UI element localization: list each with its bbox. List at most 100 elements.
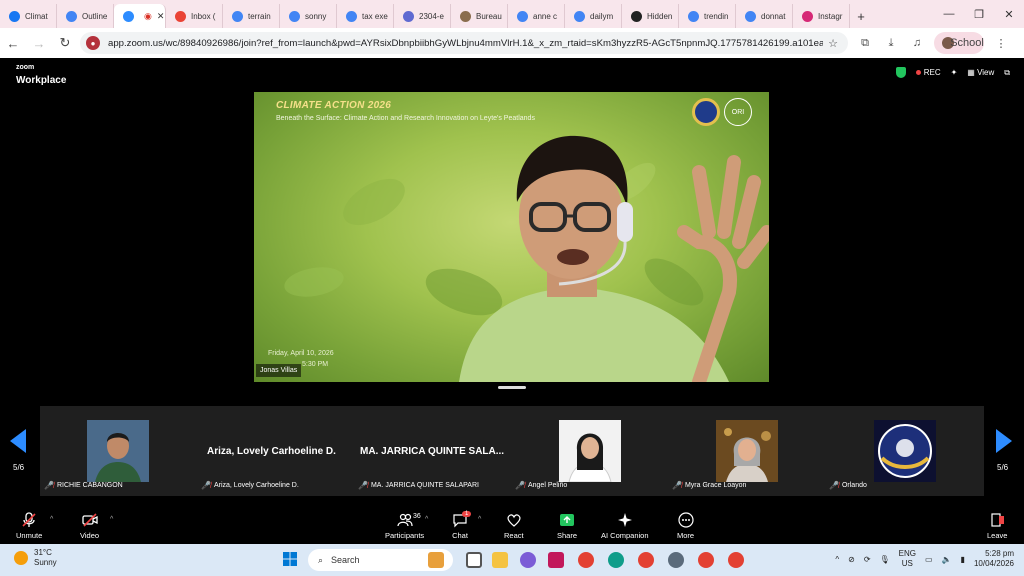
- sync-icon[interactable]: ⟳: [864, 555, 871, 564]
- muted-mic-icon: 🎤̸: [672, 481, 682, 490]
- fullscreen-icon[interactable]: ⧉: [1004, 68, 1010, 78]
- profile-button[interactable]: School: [934, 32, 984, 54]
- extensions-icon[interactable]: ⧉: [856, 32, 874, 54]
- chat-caret-icon[interactable]: ^: [478, 516, 481, 523]
- view-button[interactable]: ▦ View: [967, 68, 994, 77]
- pinned-app-icon[interactable]: [548, 552, 564, 568]
- bookmark-star-icon[interactable]: ☆: [828, 37, 838, 50]
- participant-tile[interactable]: 🎤̸ RICHIE CABANGON: [40, 406, 197, 496]
- browser-menu-icon[interactable]: ⋮: [992, 32, 1010, 54]
- edge-icon[interactable]: [608, 552, 624, 568]
- browser-tab[interactable]: dailym: [565, 4, 622, 28]
- tab-favicon-icon: [232, 10, 243, 22]
- copilot-icon[interactable]: [520, 552, 536, 568]
- reload-icon[interactable]: ↻: [52, 29, 78, 57]
- next-page-arrow-icon[interactable]: [996, 429, 1012, 453]
- participants-icon: [396, 513, 413, 527]
- browser-tab[interactable]: terrain: [223, 4, 280, 28]
- sparkle-icon[interactable]: ✦: [951, 68, 958, 77]
- windows-start-icon[interactable]: [283, 552, 297, 566]
- participants-caret-icon[interactable]: ^: [425, 516, 428, 523]
- page-indicator-right: 5/6: [997, 463, 1009, 472]
- browser-tab[interactable]: Bureau: [451, 4, 508, 28]
- chrome-icon[interactable]: [578, 552, 594, 568]
- sun-icon: [14, 550, 28, 565]
- browser-tab[interactable]: Climat: [0, 4, 57, 28]
- active-speaker-video[interactable]: CLIMATE ACTION 2026 Beneath the Surface:…: [254, 92, 769, 382]
- participant-tile[interactable]: 🎤̸ Myra Grace Loayon: [668, 406, 825, 496]
- display-icon[interactable]: ▭: [925, 555, 933, 564]
- participant-tile[interactable]: 🎤̸ Angel Peliño: [511, 406, 668, 496]
- tab-label: Hidden: [647, 11, 673, 21]
- browser-tab[interactable]: sonny: [280, 4, 337, 28]
- url-field[interactable]: ● app.zoom.us/wc/89840926986/join?ref_fr…: [80, 32, 848, 54]
- minimize-icon[interactable]: —: [934, 0, 964, 28]
- tab-favicon-icon: [745, 10, 756, 22]
- site-info-icon[interactable]: ●: [86, 36, 100, 50]
- chat-unread-badge: 1: [462, 511, 472, 517]
- language-indicator[interactable]: ENG US: [899, 549, 916, 570]
- unmute-button[interactable]: Unmute: [16, 512, 42, 540]
- leave-button[interactable]: Leave: [987, 512, 1007, 540]
- tab-label: anne c: [533, 11, 558, 21]
- ai-companion-button[interactable]: AI Companion: [601, 512, 649, 540]
- show-hidden-icons-icon[interactable]: ^: [835, 555, 839, 564]
- tab-favicon-icon: [574, 10, 585, 22]
- participant-tile[interactable]: 🎤̸ Orlando: [825, 406, 982, 496]
- react-button[interactable]: React: [504, 512, 524, 540]
- participant-tile[interactable]: MA. JARRICA QUINTE SALA... 🎤̸ MA. JARRICA…: [354, 406, 511, 496]
- weather-condition: Sunny: [34, 557, 57, 567]
- tab-label: Outline: [82, 11, 108, 21]
- download-icon[interactable]: ⤓: [882, 32, 900, 54]
- chrome-window-icon[interactable]: [728, 552, 744, 568]
- chrome-profile-icon[interactable]: [638, 552, 654, 568]
- browser-tab[interactable]: Hidden: [622, 4, 679, 28]
- weather-widget[interactable]: 31°C Sunny: [14, 548, 57, 567]
- mic-icon[interactable]: 🎙: [880, 555, 890, 564]
- audio-options-caret-icon[interactable]: ^: [50, 516, 53, 523]
- prev-page-arrow-icon[interactable]: [10, 429, 26, 453]
- slide-date: Friday, April 10, 2026: [268, 350, 334, 357]
- participants-label: Participants: [385, 531, 425, 540]
- browser-tab-bar: Climat Outline ◉ ✕ Inbox (terrain sonny tax ex…: [0, 0, 1024, 28]
- video-options-caret-icon[interactable]: ^: [110, 516, 113, 523]
- close-window-icon[interactable]: ✕: [994, 0, 1024, 28]
- forward-icon[interactable]: →: [26, 29, 52, 57]
- back-icon[interactable]: ←: [0, 29, 26, 57]
- video-button[interactable]: Video: [80, 512, 99, 540]
- file-explorer-icon[interactable]: [492, 552, 508, 568]
- address-bar: ← → ↻ ● app.zoom.us/wc/89840926986/join?…: [0, 28, 1024, 58]
- resize-handle[interactable]: [498, 386, 526, 389]
- browser-tab[interactable]: Inbox (: [166, 4, 223, 28]
- share-button[interactable]: Share: [557, 512, 577, 540]
- muted-mic-icon: 🎤̸: [44, 481, 54, 490]
- recording-indicator[interactable]: REC: [915, 68, 941, 77]
- browser-tab[interactable]: ◉ ✕: [114, 4, 166, 28]
- slide-time: 5:30 PM: [302, 361, 329, 368]
- browser-tab[interactable]: tax exe: [337, 4, 394, 28]
- chrome-window-icon[interactable]: [698, 552, 714, 568]
- battery-icon[interactable]: ▮: [961, 555, 965, 564]
- clock[interactable]: 5:28 pm 10/04/2026: [974, 549, 1014, 570]
- settings-gear-icon[interactable]: [668, 552, 684, 568]
- network-icon[interactable]: ⊘: [848, 555, 855, 564]
- task-view-icon[interactable]: [466, 552, 482, 568]
- browser-tab[interactable]: Outline: [57, 4, 114, 28]
- browser-tab[interactable]: anne c: [508, 4, 565, 28]
- more-button[interactable]: More: [677, 512, 694, 540]
- encryption-shield-icon[interactable]: [895, 67, 906, 78]
- browser-tab[interactable]: trendin: [679, 4, 736, 28]
- browser-tab[interactable]: donnat: [736, 4, 793, 28]
- browser-tab[interactable]: Instagr: [793, 4, 850, 28]
- participant-tile[interactable]: Ariza, Lovely Carhoeline D. 🎤̸ Ariza, Lov…: [197, 406, 354, 496]
- volume-icon[interactable]: 🔈: [942, 555, 952, 564]
- close-tab-icon[interactable]: ✕: [157, 11, 165, 22]
- tab-label: donnat: [761, 11, 786, 21]
- new-tab-button[interactable]: +: [850, 4, 872, 28]
- restore-icon[interactable]: ❐: [964, 0, 994, 28]
- zoom-logo-bottom: Workplace: [16, 75, 67, 86]
- video-label: Video: [80, 531, 100, 540]
- browser-tab[interactable]: 2304-e: [394, 4, 451, 28]
- tab-favicon-icon: [631, 10, 642, 22]
- media-icon[interactable]: ♫: [908, 32, 926, 54]
